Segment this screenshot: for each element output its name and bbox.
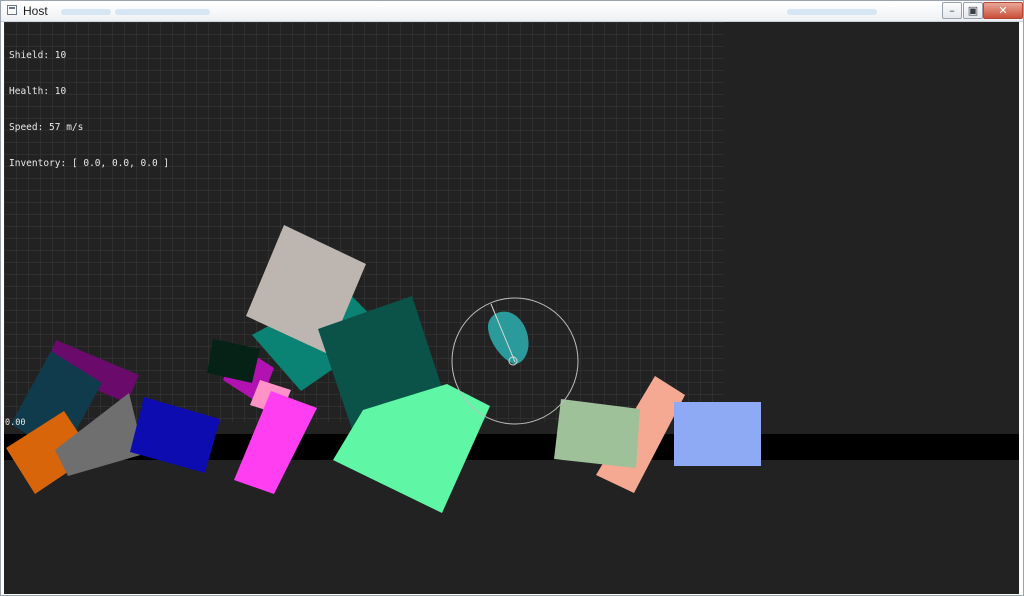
maximize-icon[interactable]: ▣ — [963, 2, 983, 19]
close-icon[interactable]: ✕ — [983, 2, 1023, 19]
hud-speed: Speed: 57 m/s — [9, 122, 84, 133]
window-title: Host — [23, 4, 48, 18]
periwinkle-block — [674, 402, 761, 466]
game-window: Host – ▣ ✕ Shield: 10 Health: 10 Speed: … — [0, 0, 1024, 596]
background-title-ghost — [787, 9, 877, 15]
background-title-ghost — [115, 9, 210, 15]
hud-panel: Shield: 10 Health: 10 Speed: 57 m/s Inve… — [9, 26, 169, 194]
hud-inventory: Inventory: [ 0.0, 0.0, 0.0 ] — [9, 158, 170, 169]
sage-block — [554, 399, 640, 468]
hud-shield: Shield: 10 — [9, 50, 67, 61]
minimize-icon[interactable]: – — [942, 2, 962, 19]
game-viewport[interactable]: Shield: 10 Health: 10 Speed: 57 m/s Inve… — [4, 22, 1019, 594]
hud-health: Health: 10 — [9, 86, 67, 97]
app-window-icon — [7, 5, 17, 15]
title-bar[interactable]: Host – ▣ ✕ — [1, 1, 1023, 22]
coordinate-readout: 0.00 — [5, 418, 26, 428]
background-title-ghost — [61, 9, 111, 15]
